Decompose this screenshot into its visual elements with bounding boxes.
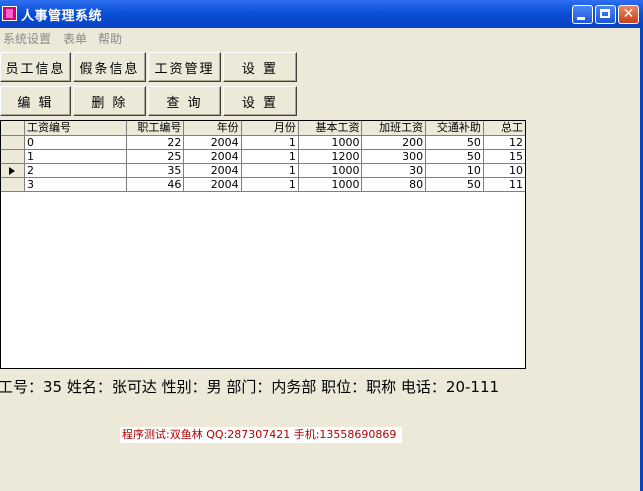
table-cell[interactable]: 2004	[183, 135, 242, 150]
maximize-icon	[600, 9, 610, 18]
table-cell[interactable]: 1	[24, 149, 127, 164]
delete-button[interactable]: 删 除	[73, 86, 146, 116]
employee-info-line: 工号：35 姓名：张可达 性别：男 部门：内务部 职位：职称 电话：20-111	[0, 378, 500, 396]
column-header-overtime-pay[interactable]: 加班工资	[361, 121, 427, 136]
edit-button[interactable]: 编 辑	[0, 86, 71, 116]
table-cell[interactable]: 1	[241, 149, 299, 164]
table-cell[interactable]: 22	[126, 135, 185, 150]
minimize-button[interactable]	[572, 5, 593, 24]
menu-bar: 系统设置 表单 帮助	[0, 28, 643, 48]
app-icon[interactable]	[2, 6, 17, 21]
table-cell[interactable]: 10	[425, 163, 484, 178]
settings-button-top[interactable]: 设 置	[223, 52, 297, 82]
title-bar[interactable]: 人事管理系统 ✕	[0, 0, 643, 28]
footer-note: 程序测试:双鱼林 QQ:287307421 手机:13558690869	[120, 427, 403, 443]
column-header-transport-allowance[interactable]: 交通补助	[425, 121, 484, 136]
salary-management-button[interactable]: 工资管理	[148, 52, 221, 82]
table-cell[interactable]: 15	[483, 149, 525, 164]
column-header-year[interactable]: 年份	[183, 121, 242, 136]
table-cell[interactable]: 2	[24, 163, 127, 178]
table-cell[interactable]: 2004	[183, 163, 242, 178]
column-header-month[interactable]: 月份	[241, 121, 299, 136]
window-title: 人事管理系统	[21, 9, 103, 24]
table-cell[interactable]: 300	[361, 149, 427, 164]
table-cell[interactable]: 46	[126, 177, 185, 192]
table-cell[interactable]: 1	[241, 163, 299, 178]
maximize-button[interactable]	[595, 5, 616, 24]
table-cell[interactable]: 1000	[298, 163, 363, 178]
table-cell[interactable]: 3	[24, 177, 127, 192]
menu-system-settings[interactable]: 系统设置	[3, 30, 51, 47]
table-cell[interactable]: 50	[425, 149, 484, 164]
table-row-current[interactable]: 2 35 2004 1 1000 30 10 10	[1, 163, 525, 178]
table-cell[interactable]: 2004	[183, 177, 242, 192]
row-indicator[interactable]	[1, 177, 25, 192]
table-cell[interactable]: 50	[425, 135, 484, 150]
table-row[interactable]: 1 25 2004 1 1200 300 50 15	[1, 149, 525, 164]
row-indicator[interactable]	[1, 135, 25, 150]
close-button[interactable]: ✕	[618, 5, 639, 24]
table-cell[interactable]: 1	[241, 135, 299, 150]
column-header-total[interactable]: 总工	[483, 121, 525, 136]
table-cell[interactable]: 1	[241, 177, 299, 192]
table-cell[interactable]: 50	[425, 177, 484, 192]
table-cell[interactable]: 25	[126, 149, 185, 164]
table-cell[interactable]: 11	[483, 177, 525, 192]
table-cell[interactable]: 30	[361, 163, 427, 178]
row-indicator[interactable]	[1, 163, 25, 178]
table-cell[interactable]: 0	[24, 135, 127, 150]
indicator-header	[1, 121, 25, 136]
query-button[interactable]: 查 询	[148, 86, 221, 116]
table-cell[interactable]: 1200	[298, 149, 363, 164]
table-cell[interactable]: 80	[361, 177, 427, 192]
current-row-pointer-icon	[9, 166, 15, 175]
settings-button-bottom[interactable]: 设 置	[223, 86, 297, 116]
table-cell[interactable]: 35	[126, 163, 185, 178]
table-cell[interactable]: 12	[483, 135, 525, 150]
table-row[interactable]: 0 22 2004 1 1000 200 50 12	[1, 135, 525, 150]
menu-forms[interactable]: 表单	[63, 30, 87, 47]
table-cell[interactable]: 2004	[183, 149, 242, 164]
column-header-salary-id[interactable]: 工资编号	[24, 121, 127, 136]
table-cell[interactable]: 10	[483, 163, 525, 178]
grid-header: 工资编号 职工编号 年份 月份 基本工资 加班工资 交通补助 总工	[1, 121, 525, 136]
column-header-employee-id[interactable]: 职工编号	[126, 121, 185, 136]
table-row[interactable]: 3 46 2004 1 1000 80 50 11	[1, 177, 525, 192]
table-cell[interactable]: 1000	[298, 135, 363, 150]
close-icon: ✕	[622, 6, 635, 22]
leave-info-button[interactable]: 假条信息	[73, 52, 146, 82]
row-indicator[interactable]	[1, 149, 25, 164]
employee-info-button[interactable]: 员工信息	[0, 52, 71, 82]
minimize-icon	[577, 17, 585, 20]
column-header-base-salary[interactable]: 基本工资	[298, 121, 363, 136]
table-cell[interactable]: 200	[361, 135, 427, 150]
salary-grid[interactable]: 工资编号 职工编号 年份 月份 基本工资 加班工资 交通补助 总工 0 22 2…	[0, 120, 526, 369]
table-cell[interactable]: 1000	[298, 177, 363, 192]
menu-help[interactable]: 帮助	[98, 30, 122, 47]
